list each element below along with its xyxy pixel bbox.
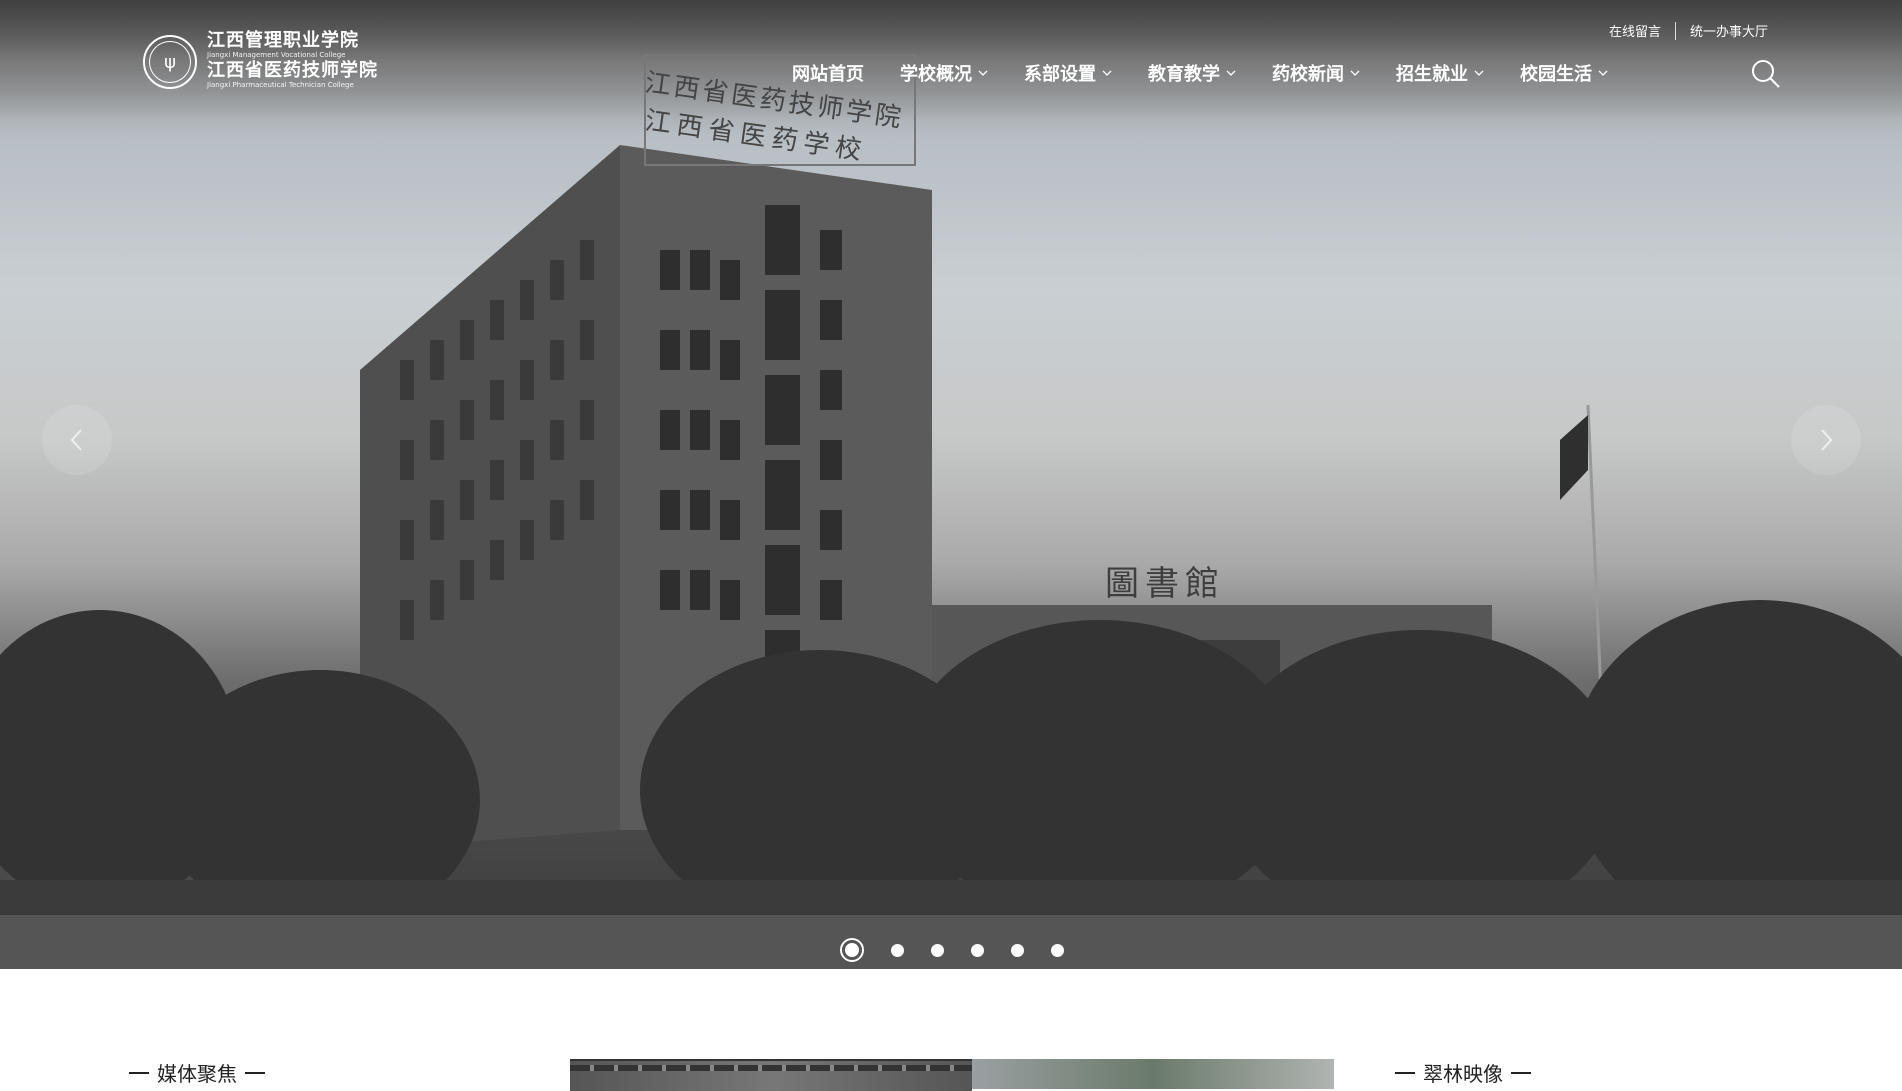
media-thumbnail-1[interactable]: [570, 1059, 972, 1091]
nav-item-admissions[interactable]: 招生就业: [1396, 60, 1484, 86]
chevron-down-icon: [1102, 70, 1112, 76]
school-emblem-icon: ψ: [143, 35, 197, 89]
chevron-down-icon: [1350, 70, 1360, 76]
carousel-dot-1[interactable]: [840, 938, 864, 962]
nav-item-campus-life[interactable]: 校园生活: [1520, 60, 1608, 86]
nav-item-about[interactable]: 学校概况: [900, 60, 988, 86]
site-logo[interactable]: ψ 江西管理职业学院 Jiangxi Management Vocational…: [143, 32, 378, 92]
carousel-dot-4[interactable]: [971, 943, 984, 957]
chevron-down-icon: [978, 70, 988, 76]
carousel-dot-3[interactable]: [931, 943, 944, 957]
search-icon[interactable]: [1750, 58, 1782, 90]
nav-item-home[interactable]: 网站首页: [792, 60, 864, 86]
media-thumbnail-2[interactable]: [972, 1059, 1334, 1089]
carousel-next-button[interactable]: [1791, 405, 1861, 475]
nav-item-news[interactable]: 药校新闻: [1272, 60, 1360, 86]
chevron-down-icon: [1474, 70, 1484, 76]
carousel-dot-2[interactable]: [891, 943, 904, 957]
nav-item-education[interactable]: 教育教学: [1148, 60, 1236, 86]
chevron-left-icon: [70, 429, 82, 451]
library-sign: 圖書館: [1105, 564, 1225, 604]
campus-images-title: 翠林映像: [1387, 1058, 1539, 1087]
carousel-dots: [840, 938, 1091, 962]
hero-banner: 江西省医药技师学院 江西省医药学校 圖書館: [0, 0, 1902, 969]
hero-photo: [0, 54, 1902, 969]
service-hall-link[interactable]: 统一办事大厅: [1690, 21, 1768, 40]
top-links: 在线留言 统一办事大厅: [1609, 21, 1768, 40]
carousel-prev-button[interactable]: [42, 405, 112, 475]
main-nav: 网站首页 学校概况 系部设置 教育教学 药校新闻 招生就业 校园生活: [792, 60, 1644, 86]
media-thumbnails: [570, 1059, 1334, 1091]
chevron-down-icon: [1226, 70, 1236, 76]
carousel-dot-5[interactable]: [1011, 943, 1024, 957]
logo-cn-line1: 江西管理职业学院: [207, 30, 359, 51]
nav-item-departments[interactable]: 系部设置: [1024, 60, 1112, 86]
chevron-right-icon: [1821, 429, 1833, 451]
media-focus-title: 媒体聚焦: [121, 1058, 273, 1087]
toplink-divider: [1674, 21, 1676, 40]
logo-en-line2: Jiangxi Pharmaceutical Technician Colleg…: [207, 81, 354, 89]
online-message-link[interactable]: 在线留言: [1609, 21, 1661, 40]
carousel-dot-6[interactable]: [1051, 943, 1064, 957]
logo-en-line1: Jiangxi Management Vocational College: [207, 51, 346, 59]
logo-cn-line2: 江西省医药技师学院: [207, 60, 378, 81]
chevron-down-icon: [1598, 70, 1608, 76]
